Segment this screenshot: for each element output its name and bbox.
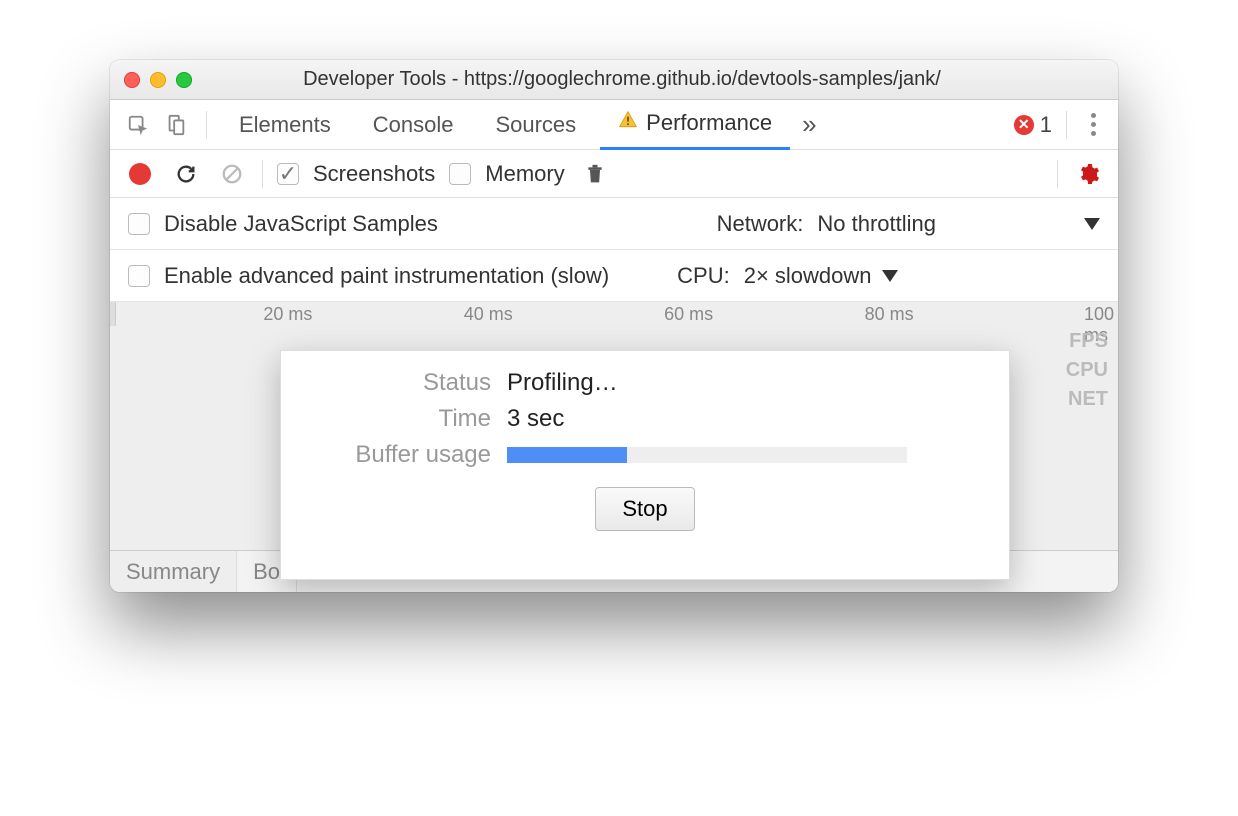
- tab-label: Summary: [126, 559, 220, 585]
- separator: [1057, 160, 1058, 188]
- cpu-throttling-select[interactable]: 2× slowdown: [744, 263, 898, 289]
- ruler-tick: 20 ms: [263, 304, 316, 325]
- tab-label: Console: [373, 112, 454, 138]
- screenshots-checkbox[interactable]: ✓: [277, 163, 299, 185]
- tab-elements[interactable]: Elements: [221, 100, 349, 150]
- error-count-badge[interactable]: ✕ 1: [1014, 112, 1052, 138]
- enable-paint-checkbox[interactable]: [128, 265, 150, 287]
- record-button[interactable]: [124, 158, 156, 190]
- warning-icon: [618, 110, 638, 136]
- time-value: 3 sec: [507, 405, 979, 433]
- tab-label: Performance: [646, 110, 772, 136]
- more-menu-button[interactable]: [1081, 107, 1106, 142]
- settings-button[interactable]: [1072, 158, 1104, 190]
- disable-js-label: Disable JavaScript Samples: [164, 211, 438, 237]
- ruler-tick: 80 ms: [865, 304, 918, 325]
- tab-label: Bo: [253, 559, 280, 585]
- cpu-label: CPU:: [677, 263, 730, 289]
- perf-toolbar: ✓ Screenshots Memory: [110, 150, 1118, 198]
- buffer-label: Buffer usage: [311, 441, 491, 469]
- options-row-2: Enable advanced paint instrumentation (s…: [110, 250, 1118, 302]
- network-throttling-select[interactable]: No throttling: [817, 211, 936, 237]
- cpu-value: 2× slowdown: [744, 263, 872, 289]
- enable-paint-label: Enable advanced paint instrumentation (s…: [164, 263, 609, 289]
- buffer-fill: [507, 447, 627, 463]
- lane-net: NET: [1066, 388, 1108, 411]
- tab-label: Sources: [495, 112, 576, 138]
- memory-checkbox[interactable]: [449, 163, 471, 185]
- separator: [262, 160, 263, 188]
- tab-summary[interactable]: Summary: [110, 551, 237, 592]
- reload-record-button[interactable]: [170, 158, 202, 190]
- chevron-down-icon: [882, 270, 898, 282]
- network-label: Network:: [717, 211, 804, 237]
- devtools-window: Developer Tools - https://googlechrome.g…: [110, 60, 1118, 592]
- toggle-device-icon[interactable]: [160, 109, 192, 141]
- main-tabs-row: Elements Console Sources Performance » ✕…: [110, 100, 1118, 150]
- buffer-usage-bar: [507, 447, 907, 463]
- ruler-tick: 60 ms: [664, 304, 717, 325]
- timeline-ruler: 20 ms 40 ms 60 ms 80 ms 100 ms: [110, 302, 1118, 326]
- tab-sources[interactable]: Sources: [477, 100, 594, 150]
- status-value: Profiling…: [507, 369, 979, 397]
- ruler-tick: 40 ms: [464, 304, 517, 325]
- close-window-button[interactable]: [124, 72, 140, 88]
- chevron-down-icon[interactable]: [1084, 218, 1100, 230]
- stop-button[interactable]: Stop: [595, 487, 694, 531]
- disable-js-checkbox[interactable]: [128, 213, 150, 235]
- inspect-element-icon[interactable]: [122, 109, 154, 141]
- window-title: Developer Tools - https://googlechrome.g…: [140, 68, 1104, 91]
- tab-performance[interactable]: Performance: [600, 100, 790, 150]
- garbage-collect-button[interactable]: [579, 158, 611, 190]
- lane-cpu: CPU: [1066, 359, 1108, 382]
- memory-label: Memory: [485, 161, 564, 187]
- timeline-area: 20 ms 40 ms 60 ms 80 ms 100 ms FPS CPU N…: [110, 302, 1118, 592]
- titlebar: Developer Tools - https://googlechrome.g…: [110, 60, 1118, 100]
- tabs-overflow-button[interactable]: »: [802, 109, 816, 140]
- options-row-1: Disable JavaScript Samples Network: No t…: [110, 198, 1118, 250]
- error-icon: ✕: [1014, 115, 1034, 135]
- record-icon: [129, 163, 151, 185]
- error-count: 1: [1040, 112, 1052, 138]
- screenshots-label: Screenshots: [313, 161, 435, 187]
- lane-fps: FPS: [1066, 330, 1108, 353]
- network-value: No throttling: [817, 211, 936, 237]
- profiling-dialog: Status Profiling… Time 3 sec Buffer usag…: [280, 350, 1010, 580]
- lane-labels: FPS CPU NET: [1066, 330, 1108, 411]
- separator: [206, 111, 207, 139]
- clear-button[interactable]: [216, 158, 248, 190]
- separator: [1066, 111, 1067, 139]
- time-label: Time: [311, 405, 491, 433]
- tab-console[interactable]: Console: [355, 100, 472, 150]
- tab-label: Elements: [239, 112, 331, 138]
- status-label: Status: [311, 369, 491, 397]
